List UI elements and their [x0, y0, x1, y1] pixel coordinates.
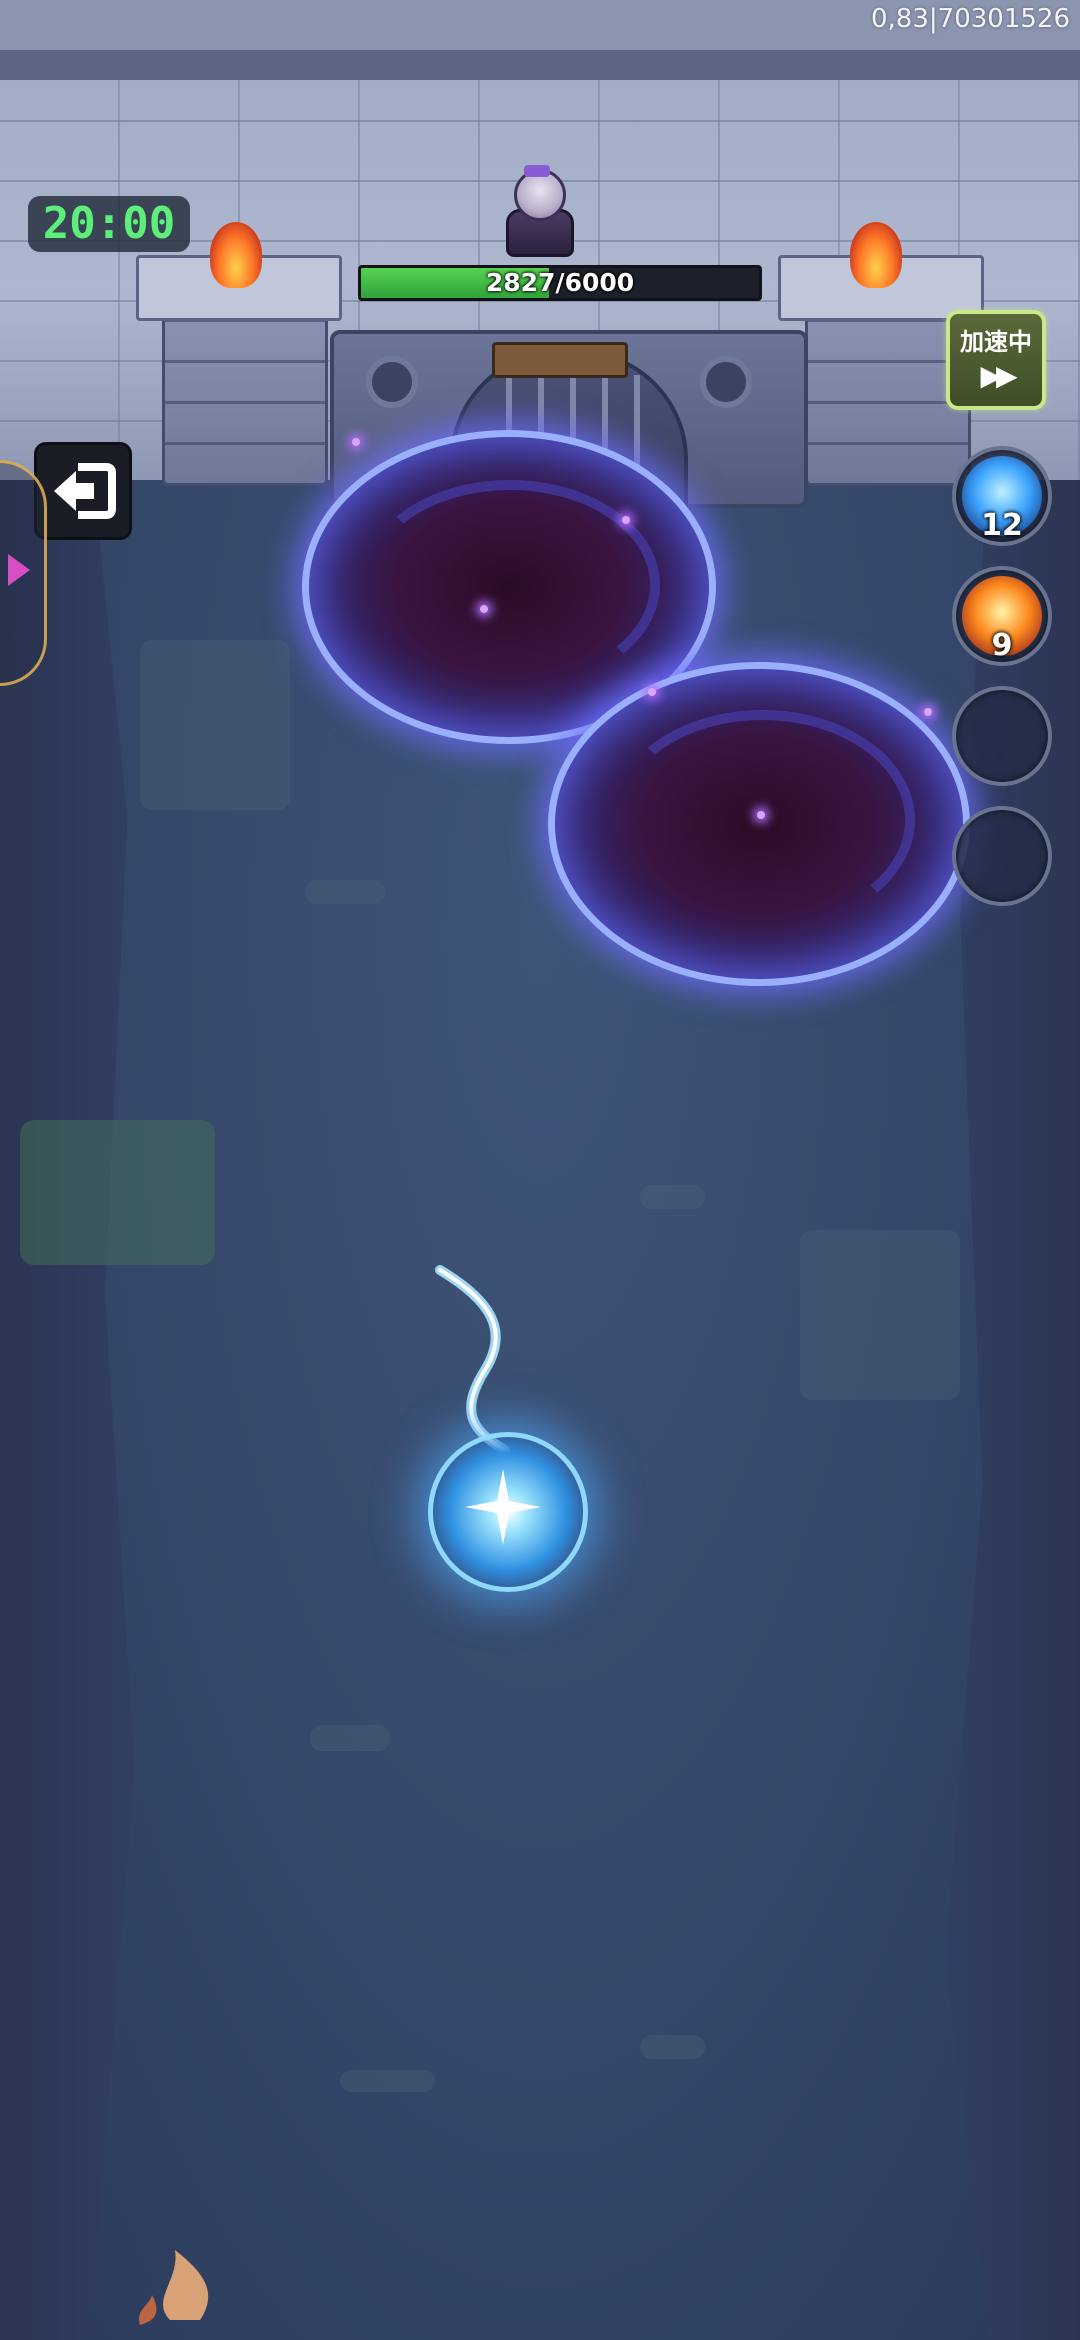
exit-button[interactable] [34, 442, 132, 540]
skill-count: 12 [981, 508, 1023, 543]
boss-health-max: 6000 [564, 268, 635, 297]
boss-character [492, 165, 582, 257]
speed-up-button[interactable]: 加速中 ▶▶ [946, 310, 1046, 410]
right-torch-flame [850, 222, 902, 288]
right-gate-pipe [700, 356, 752, 408]
exit-icon [54, 463, 116, 519]
spark-particle [648, 688, 656, 696]
floor-tile [310, 1725, 390, 1751]
spark-particle [622, 516, 630, 524]
match-timer: 20:00 [28, 196, 190, 252]
empty-skill-slot[interactable] [952, 806, 1052, 906]
spark-particle [480, 605, 488, 613]
left-gate-pipe [366, 356, 418, 408]
floor-tile [305, 880, 385, 904]
fast-forward-icon: ▶▶ [980, 359, 1017, 392]
portal-swirl [610, 710, 915, 930]
skill-slot-fire-ring[interactable]: 9 [952, 566, 1052, 666]
boss-health-text: 2827/6000 [361, 268, 759, 298]
boss-health-bar: 2827/6000 [358, 265, 762, 301]
orb-spark-icon [465, 1469, 541, 1545]
gate-sign [492, 342, 628, 378]
left-torch-flame [210, 222, 262, 288]
boss-health-separator: / [555, 268, 565, 297]
ground-patch [800, 1230, 960, 1400]
chevron-right-icon[interactable] [8, 554, 30, 586]
ember-flame [138, 2250, 209, 2325]
portal-swirl [360, 480, 660, 690]
skill-count: 9 [991, 628, 1013, 663]
floor-tile [640, 1185, 705, 1209]
speed-up-label: 加速中 [960, 328, 1032, 356]
floor-tile [340, 2070, 435, 2092]
ground-patch [140, 640, 290, 810]
left-tower [162, 310, 328, 486]
boss-health-current: 2827 [485, 268, 556, 297]
castle-wall-shadow [0, 50, 1080, 80]
debug-readout: 0,83|70301526 [871, 4, 1070, 34]
empty-skill-slot[interactable] [952, 686, 1052, 786]
boss-crown [524, 165, 550, 177]
lightning-trail [435, 1265, 510, 1455]
spark-particle [352, 438, 360, 446]
skill-slot-lightning[interactable]: 12 [952, 446, 1052, 546]
grass-patch [20, 1120, 215, 1265]
spark-particle [757, 811, 765, 819]
spark-particle [924, 708, 932, 716]
floor-tile [640, 2035, 705, 2059]
